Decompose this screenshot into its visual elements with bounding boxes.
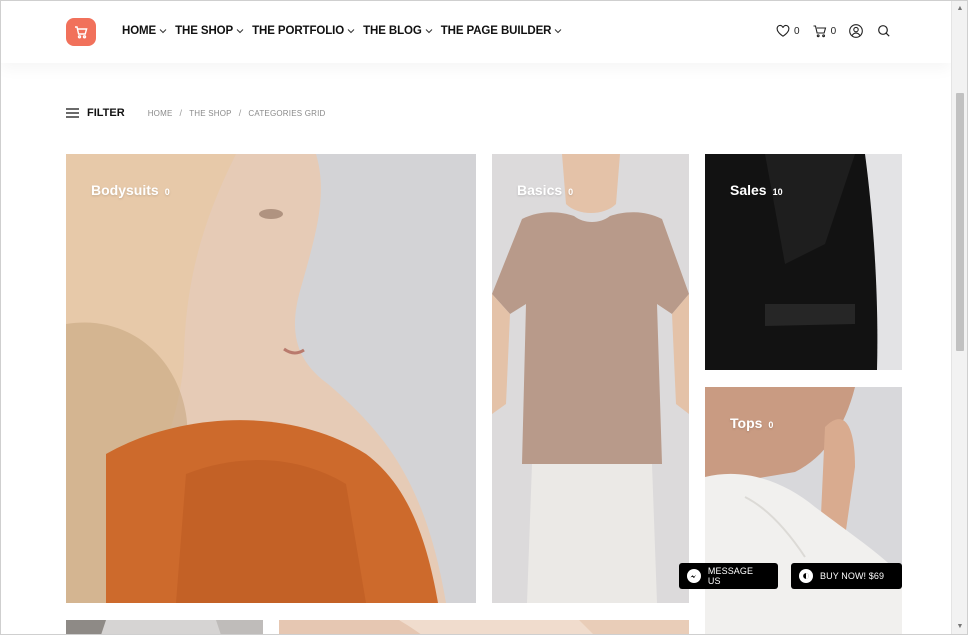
nav-the-blog[interactable]: THE BLOG [363, 25, 433, 37]
nav-the-blog-label: THE BLOG [363, 25, 422, 37]
chevron-down-icon [347, 29, 355, 34]
scroll-down-icon[interactable]: ▼ [956, 623, 964, 631]
main-nav: HOME THE SHOP THE PORTFOLIO THE BLOG THE… [122, 25, 562, 37]
category-name: Tops [730, 415, 763, 431]
category-tile-tops[interactable]: Tops 0 [705, 387, 902, 634]
cart-count: 0 [830, 25, 837, 37]
account-button[interactable] [848, 23, 864, 39]
chevron-down-icon [555, 29, 562, 34]
buy-now-label: BUY NOW! $69 [820, 571, 885, 581]
filter-label: FILTER [87, 107, 125, 119]
category-name: Basics [517, 182, 563, 198]
category-count: 10 [772, 187, 783, 197]
category-tile-bodysuits[interactable]: Bodysuits 0 [66, 154, 476, 603]
cart-button[interactable]: 0 [812, 23, 837, 39]
category-count: 0 [768, 420, 774, 430]
message-us-label: MESSAGE US [707, 566, 754, 586]
vertical-scrollbar[interactable]: ▲ ▼ [951, 1, 967, 634]
category-label: Basics 0 [517, 182, 573, 198]
category-name: Bodysuits [91, 182, 159, 198]
category-count: 0 [568, 187, 574, 197]
breadcrumb-separator: / [179, 108, 183, 118]
heart-icon [776, 24, 790, 37]
category-tile-partial[interactable] [66, 620, 263, 634]
bodysuits-photo [66, 154, 476, 603]
category-count: 0 [164, 187, 170, 197]
breadcrumb-home[interactable]: HOME [148, 109, 173, 118]
search-icon [878, 25, 890, 37]
category-name: Sales [730, 182, 767, 198]
breadcrumb-separator: / [238, 108, 242, 118]
browser-viewport: HOME THE SHOP THE PORTFOLIO THE BLOG THE… [0, 0, 968, 635]
messenger-icon [687, 569, 701, 583]
site-header: HOME THE SHOP THE PORTFOLIO THE BLOG THE… [1, 1, 951, 63]
site-logo[interactable] [66, 18, 96, 46]
breadcrumb-current: CATEGORIES GRID [248, 108, 326, 118]
cart-icon [813, 25, 826, 38]
breadcrumb-the-shop[interactable]: THE SHOP [189, 109, 232, 118]
filter-bar: FILTER HOME / THE SHOP / CATEGORIES GRID [66, 107, 326, 119]
category-label: Sales 10 [730, 182, 783, 198]
cart-icon [75, 26, 88, 39]
category-photo [66, 620, 263, 634]
category-tile-partial[interactable] [279, 620, 689, 634]
chevron-down-icon [159, 29, 167, 34]
nav-the-page-builder-label: THE PAGE BUILDER [440, 25, 552, 37]
wishlist-button[interactable]: 0 [775, 23, 800, 39]
nav-the-portfolio[interactable]: THE PORTFOLIO [252, 25, 355, 37]
menu-lines-icon [66, 108, 79, 118]
category-photo [279, 620, 689, 634]
scrollbar-thumb[interactable] [956, 93, 964, 351]
header-actions: 0 0 [775, 23, 892, 39]
category-label: Tops 0 [730, 415, 773, 431]
nav-the-portfolio-label: THE PORTFOLIO [252, 25, 345, 37]
category-tile-basics[interactable]: Basics 0 [492, 154, 689, 603]
message-us-button[interactable]: MESSAGE US [679, 563, 778, 589]
nav-the-shop-label: THE SHOP [175, 25, 234, 37]
chevron-down-icon [425, 29, 433, 34]
nav-home-label: HOME [122, 25, 157, 37]
filter-button[interactable]: FILTER [66, 107, 125, 119]
basics-photo [492, 154, 689, 603]
theme-logo-icon [799, 569, 813, 583]
category-tile-sales[interactable]: Sales 10 [705, 154, 902, 370]
nav-the-shop[interactable]: THE SHOP [175, 25, 244, 37]
scroll-up-icon[interactable]: ▲ [956, 5, 964, 13]
nav-home[interactable]: HOME [122, 25, 167, 37]
search-button[interactable] [876, 23, 892, 39]
chevron-down-icon [236, 29, 244, 34]
buy-now-button[interactable]: BUY NOW! $69 [791, 563, 902, 589]
category-label: Bodysuits 0 [91, 182, 170, 198]
breadcrumb: HOME / THE SHOP / CATEGORIES GRID [148, 108, 326, 118]
wishlist-count: 0 [794, 25, 800, 37]
user-icon [849, 24, 863, 38]
nav-the-page-builder[interactable]: THE PAGE BUILDER [441, 25, 563, 37]
